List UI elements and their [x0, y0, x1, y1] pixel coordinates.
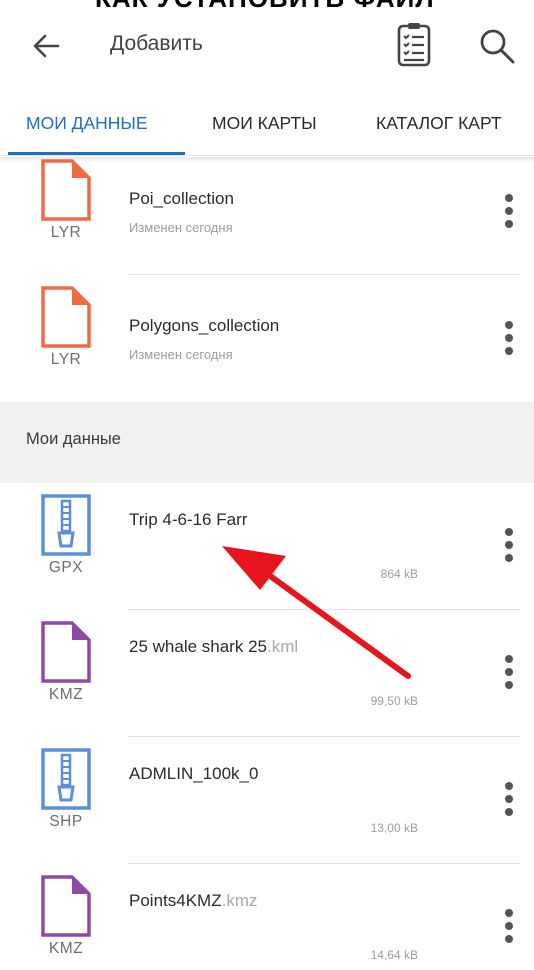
list-item[interactable]: GPX Trip 4-6-16 Farr 864 kB — [0, 483, 534, 610]
more-options-icon[interactable] — [494, 520, 524, 570]
file-type-label: SHP — [49, 813, 83, 830]
file-size: 13,00 kB — [370, 821, 418, 835]
page-title: Добавить — [110, 32, 203, 55]
file-name: Points4KMZ.kmz — [129, 891, 258, 910]
tab-my-data[interactable]: МОИ ДАННЫЕ — [26, 90, 148, 156]
section-header: Мои данные — [0, 402, 534, 483]
file-name: Polygons_collection — [129, 316, 280, 335]
more-options-icon[interactable] — [494, 901, 524, 951]
file-type-label: LYR — [50, 224, 82, 241]
app-bar: Добавить — [0, 12, 534, 82]
file-type-label: GPX — [48, 559, 84, 576]
tab-bar: МОИ ДАННЫЕ МОИ КАРТЫ КАТАЛОГ КАРТ — [0, 90, 534, 156]
file-name: Trip 4-6-16 Farr — [129, 510, 248, 529]
archive-file-icon: SHP — [36, 747, 96, 837]
back-button[interactable] — [26, 28, 66, 64]
file-size: 14,64 kB — [370, 948, 418, 962]
arrow-left-icon — [33, 34, 60, 58]
file-name: Poi_collection — [129, 189, 234, 208]
file-type-label: KMZ — [48, 940, 84, 957]
cropped-caption: КАК УСТАНОВИТЬ ФАЙЛ — [95, 0, 435, 12]
section-title: Мои данные — [26, 430, 121, 448]
kmz-file-icon: KMZ — [36, 874, 96, 964]
list-item[interactable]: LYR Poi_collection Изменен сегодня — [0, 148, 534, 275]
file-size: 99,50 kB — [370, 694, 418, 708]
archive-file-icon: GPX — [36, 493, 96, 583]
list-item[interactable]: KMZ Points4KMZ.kmz 14,64 kB — [0, 864, 534, 970]
checklist-button[interactable] — [392, 20, 436, 70]
more-options-icon[interactable] — [494, 774, 524, 824]
more-options-icon[interactable] — [494, 186, 524, 236]
cropped-header-text: КАК УСТАНОВИТЬ ФАЙЛ — [0, 0, 534, 12]
list-item[interactable]: LYR Polygons_collection Изменен сегодня — [0, 275, 534, 402]
more-options-icon[interactable] — [494, 647, 524, 697]
file-type-label: LYR — [50, 351, 82, 368]
more-options-icon[interactable] — [494, 313, 524, 363]
modified-label: Изменен сегодня — [129, 347, 233, 362]
list-item[interactable]: KMZ 25 whale shark 25.kml 99,50 kB — [0, 610, 534, 737]
search-button[interactable] — [474, 24, 520, 68]
modified-label: Изменен сегодня — [129, 220, 233, 235]
search-icon — [480, 29, 515, 64]
lyr-file-icon: LYR — [36, 158, 96, 248]
file-name: 25 whale shark 25.kml — [129, 637, 299, 656]
tab-my-maps[interactable]: МОИ КАРТЫ — [212, 90, 317, 156]
file-size: 864 kB — [380, 567, 418, 581]
file-type-label: KMZ — [48, 686, 84, 703]
checklist-document-icon — [397, 23, 431, 67]
list-item[interactable]: SHP ADMLIN_100k_0 13,00 kB — [0, 737, 534, 864]
tab-map-catalog[interactable]: КАТАЛОГ КАРТ — [376, 90, 502, 156]
kmz-file-icon: KMZ — [36, 620, 96, 710]
file-name: ADMLIN_100k_0 — [129, 764, 259, 783]
lyr-file-icon: LYR — [36, 285, 96, 375]
